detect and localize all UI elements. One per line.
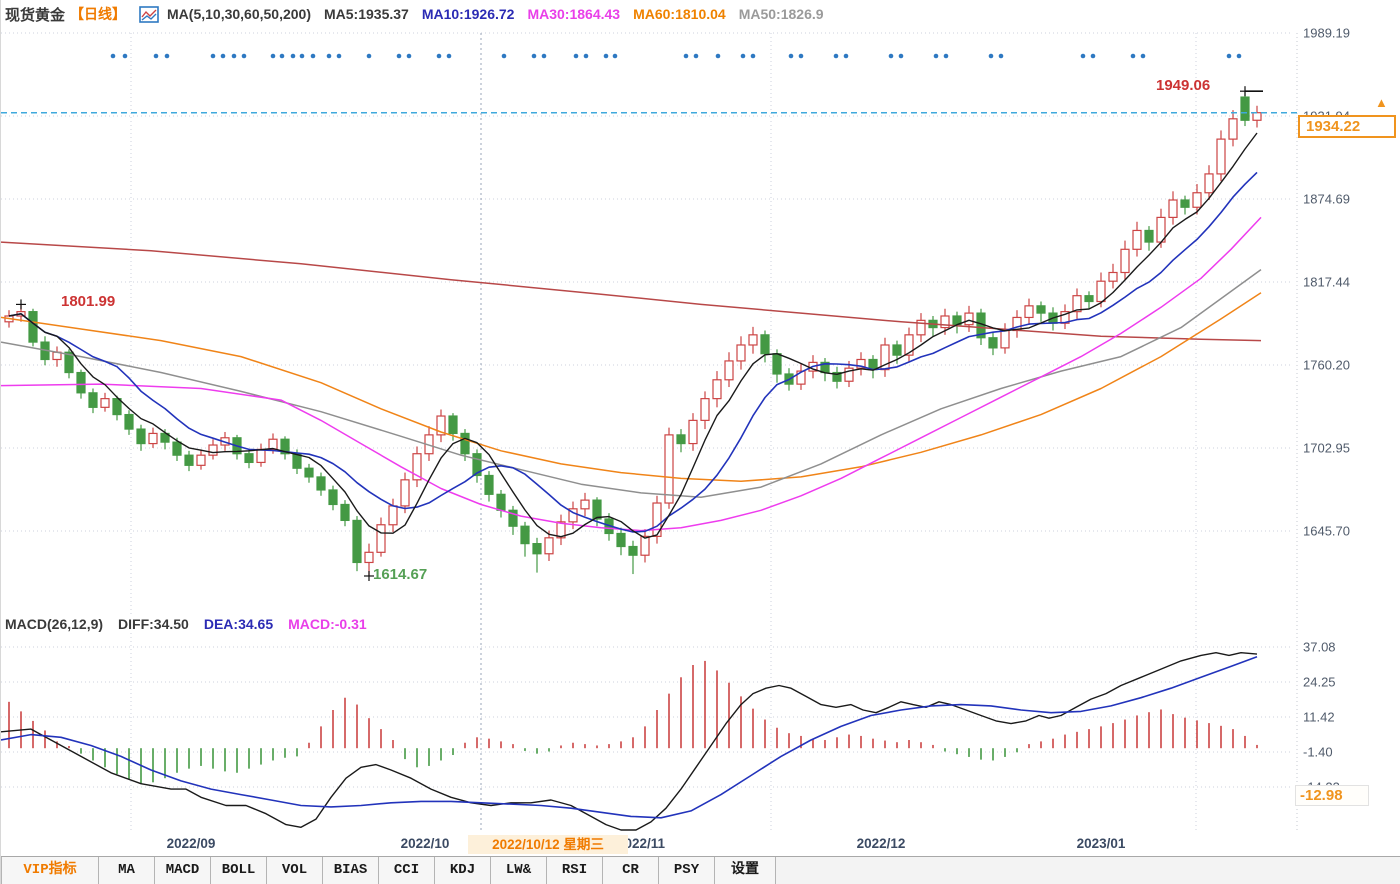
ma-formula: MA(5,10,30,60,50,200)	[167, 6, 311, 22]
last-price-box: 1934.22	[1298, 115, 1396, 138]
macd-header: MACD(26,12,9) DIFF:34.50 DEA:34.65 MACD:…	[5, 616, 367, 632]
x-axis: 2022/092022/102022/112022/122023/01	[1, 833, 1400, 855]
macd-layer	[1, 653, 1257, 830]
x-axis-label: 2022/10	[401, 836, 450, 851]
ma-line-ma30	[1, 217, 1261, 530]
left-high-label: 1801.99	[61, 293, 115, 310]
period-low-label: 1614.67	[373, 566, 427, 583]
x-axis-label: 2023/01	[1077, 836, 1126, 851]
ma-line-ma200	[1, 242, 1261, 341]
tab-kdj[interactable]: KDJ	[435, 857, 491, 884]
crosshair-date-label: 2022/10/12 星期三	[468, 835, 628, 854]
macd-axis-tick: 37.08	[1303, 640, 1336, 655]
ma-line-ma5	[9, 133, 1257, 538]
tab-设置[interactable]: 设置	[715, 857, 776, 884]
macd-axis-tick: -1.40	[1303, 745, 1333, 760]
y-axis-tick: 1817.44	[1303, 275, 1350, 290]
ma-line-ma10	[9, 172, 1257, 532]
macd-formula: MACD(26,12,9)	[5, 616, 103, 632]
tab-rsi[interactable]: RSI	[547, 857, 603, 884]
ma5-value: MA5:1935.37	[324, 6, 409, 22]
tab-bias[interactable]: BIAS	[323, 857, 379, 884]
y-axis-tick: 1874.69	[1303, 192, 1350, 207]
ma30-value: MA30:1864.43	[527, 6, 620, 22]
y-axis-tick: 1645.70	[1303, 524, 1350, 539]
dea-line	[1, 657, 1257, 818]
overlay-layer	[1, 86, 1297, 581]
x-axis-label: 2022/09	[167, 836, 216, 851]
tab-lw&[interactable]: LW&	[491, 857, 547, 884]
tab-cr[interactable]: CR	[603, 857, 659, 884]
event-markers-layer	[111, 54, 1242, 59]
dea-value: DEA:34.65	[204, 616, 273, 632]
y-axis-tick: 1702.95	[1303, 440, 1350, 455]
tab-cci[interactable]: CCI	[379, 857, 435, 884]
period-label: 【日线】	[70, 4, 126, 24]
period-high-label: 1949.06	[1156, 77, 1210, 94]
macd-axis-tick: 11.42	[1303, 710, 1335, 725]
price-up-arrow-icon: ▲	[1375, 95, 1388, 110]
diff-value: DIFF:34.50	[118, 616, 189, 632]
tab-vol[interactable]: VOL	[267, 857, 323, 884]
indicator-tabbar: VIP指标MAMACDBOLLVOLBIASCCIKDJLW&RSICRPSY设…	[1, 856, 1400, 884]
gold-daily-chart-app: 1989.191931.941874.691817.441760.201702.…	[0, 0, 1400, 884]
grid-layer	[1, 33, 1297, 832]
x-axis-label: 2022/12	[857, 836, 906, 851]
tab-vip指标[interactable]: VIP指标	[1, 857, 99, 884]
chart-header: 现货黄金 【日线】 MA(5,10,30,60,50,200) MA5:1935…	[1, 0, 1400, 28]
diff-line	[1, 653, 1257, 830]
tab-psy[interactable]: PSY	[659, 857, 715, 884]
ma10-value: MA10:1926.72	[422, 6, 515, 22]
macd-value: MACD:-0.31	[288, 616, 367, 632]
chart-canvas[interactable]: 1989.191931.941874.691817.441760.201702.…	[1, 0, 1400, 884]
axis-labels-layer: 1989.191931.941874.691817.441760.201702.…	[1303, 26, 1350, 795]
tab-ma[interactable]: MA	[99, 857, 155, 884]
ma-lines-layer	[1, 133, 1261, 538]
kline-chart-icon	[139, 6, 159, 23]
tab-macd[interactable]: MACD	[155, 857, 211, 884]
instrument-name: 现货黄金	[5, 4, 65, 25]
macd-crosshair-value-box: -12.98	[1295, 785, 1369, 806]
y-axis-tick: 1760.20	[1303, 357, 1350, 372]
ma60-value: MA60:1810.04	[633, 6, 726, 22]
macd-axis-tick: 24.25	[1303, 675, 1336, 690]
ma50-value: MA50:1826.9	[739, 6, 824, 22]
tab-boll[interactable]: BOLL	[211, 857, 267, 884]
